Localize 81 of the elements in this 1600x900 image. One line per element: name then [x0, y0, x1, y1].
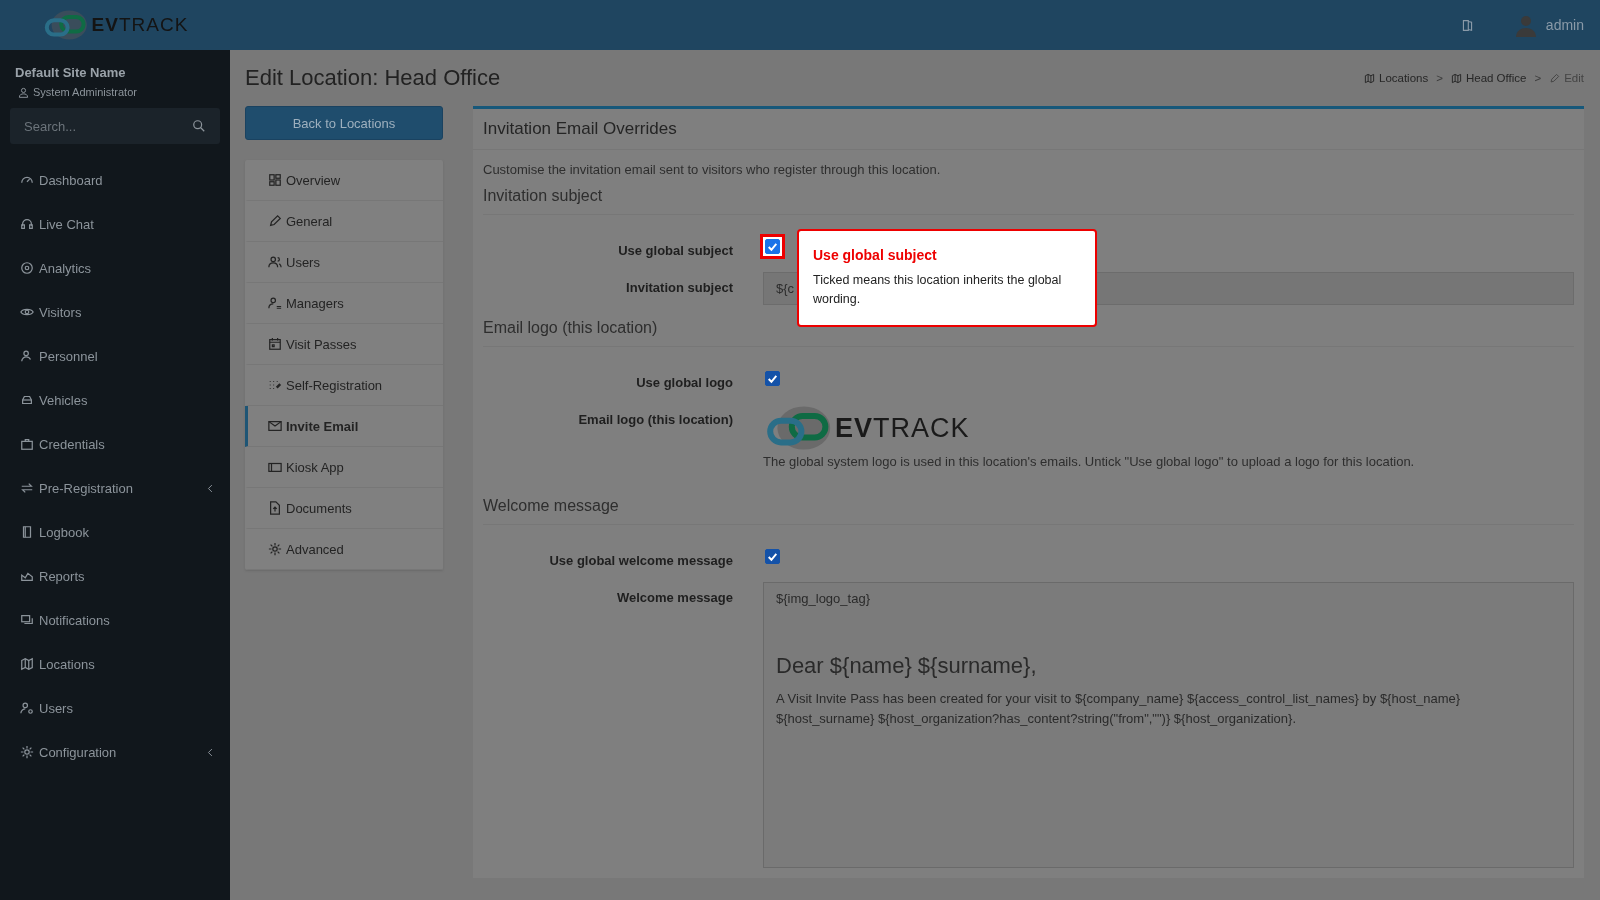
card-title: Invitation Email Overrides [473, 109, 1584, 150]
door-icon[interactable] [1460, 18, 1474, 32]
back-button[interactable]: Back to Locations [245, 106, 443, 140]
sidebar-item[interactable]: Personnel [0, 334, 230, 378]
chat-icon [20, 613, 34, 627]
sidebar-item[interactable]: Logbook [0, 510, 230, 554]
sidebar-item[interactable]: Analytics [0, 246, 230, 290]
search-field[interactable]: Search... [10, 108, 220, 144]
field-label: Use global logo [635, 374, 733, 390]
tab[interactable]: Documents [245, 488, 443, 529]
gear-icon [20, 745, 34, 759]
person-icon [268, 296, 282, 310]
page-title: Edit Location: Head Office [245, 65, 501, 91]
checkbox[interactable] [765, 371, 780, 386]
checkbox[interactable] [765, 549, 780, 564]
tooltip-title: Use global subject [813, 247, 938, 263]
gear-icon [268, 542, 282, 556]
sidebar-item[interactable]: Reports [0, 554, 230, 598]
map-icon [1450, 72, 1462, 84]
users-icon [20, 701, 34, 715]
tab[interactable]: General [245, 201, 443, 242]
section-heading: Email logo (this location) [483, 319, 1574, 347]
dots-icon [268, 378, 282, 392]
help-text: The global system logo is used in this location's emails. Untick "Use global logo" to upload a logo for this location. [763, 454, 1416, 469]
grid-icon [268, 173, 282, 187]
arrows-icon [20, 481, 34, 495]
calendar-icon [268, 337, 282, 351]
map-icon [20, 657, 34, 671]
field-label: Use global welcome message [548, 552, 733, 568]
logo-wordmark: EVTRACK [835, 412, 970, 444]
logo-wordmark: EVTRACK [91, 14, 189, 36]
breadcrumb-separator: > [1436, 72, 1443, 84]
sidebar-item[interactable]: Locations [0, 642, 230, 686]
person-icon [20, 349, 34, 363]
editor-heading: Dear ${name} ${surname}, [776, 653, 1038, 680]
editor-text: ${img_logo_tag} [776, 590, 871, 608]
users-icon [268, 255, 282, 269]
document-icon [268, 501, 282, 515]
user-role: System Administrator [33, 86, 137, 98]
field-label: Welcome message [615, 589, 733, 605]
tab[interactable]: Users [245, 242, 443, 283]
tab[interactable]: Advanced [245, 529, 443, 570]
envelope-icon [268, 419, 282, 433]
tab[interactable]: Visit Passes [245, 324, 443, 365]
sidebar-item[interactable]: Notifications [0, 598, 230, 642]
field-label: Use global subject [617, 242, 733, 258]
editor-text: A Visit Invite Pass has been created for your visit to ${company_name} ${access_control_list_names} by ${host_name} ${host_surname} ${host_organization?has_content?string("from","")} ${host_organization}. [776, 690, 1462, 729]
headset-icon [20, 217, 34, 231]
book-icon [20, 525, 34, 539]
screen-icon [268, 460, 282, 474]
tab[interactable]: Overview [245, 160, 443, 201]
sidebar-item[interactable]: Vehicles [0, 378, 230, 422]
field-label: Email logo (this location) [577, 411, 733, 427]
pencil-icon [268, 214, 282, 228]
intro-text: Customise the invitation email sent to visitors who register through this location. [483, 162, 942, 177]
sidebar-item[interactable]: Dashboard [0, 158, 230, 202]
section-heading: Welcome message [483, 497, 1574, 525]
breadcrumb-separator: > [1534, 72, 1542, 84]
field-label: Invitation subject [625, 279, 733, 295]
map-icon [1364, 72, 1375, 84]
pencil-icon [1549, 72, 1561, 84]
briefcase-icon [20, 437, 34, 451]
section-heading: Invitation subject [483, 187, 1574, 215]
tab[interactable]: Self-Registration [245, 365, 443, 406]
search-icon [192, 119, 206, 133]
sidebar-item[interactable]: Configuration [0, 730, 230, 774]
car-icon [20, 393, 34, 407]
sidebar-item[interactable]: Live Chat [0, 202, 230, 246]
tab[interactable]: Managers [245, 283, 443, 324]
breadcrumb-link[interactable]: Locations [1364, 72, 1429, 84]
user-name[interactable]: admin [1545, 17, 1584, 33]
tab[interactable]: Kiosk App [245, 447, 443, 488]
site-name: Default Site Name [14, 64, 127, 82]
sidebar-item[interactable]: Visitors [0, 290, 230, 334]
sidebar-item[interactable]: Users [0, 686, 230, 730]
breadcrumb-link[interactable]: Head Office [1450, 72, 1527, 84]
person-icon [18, 86, 29, 98]
sidebar-item[interactable]: Pre-Registration [0, 466, 230, 510]
target-icon [20, 261, 34, 275]
sidebar-item[interactable]: Credentials [0, 422, 230, 466]
tab[interactable]: Invite Email [245, 406, 443, 447]
